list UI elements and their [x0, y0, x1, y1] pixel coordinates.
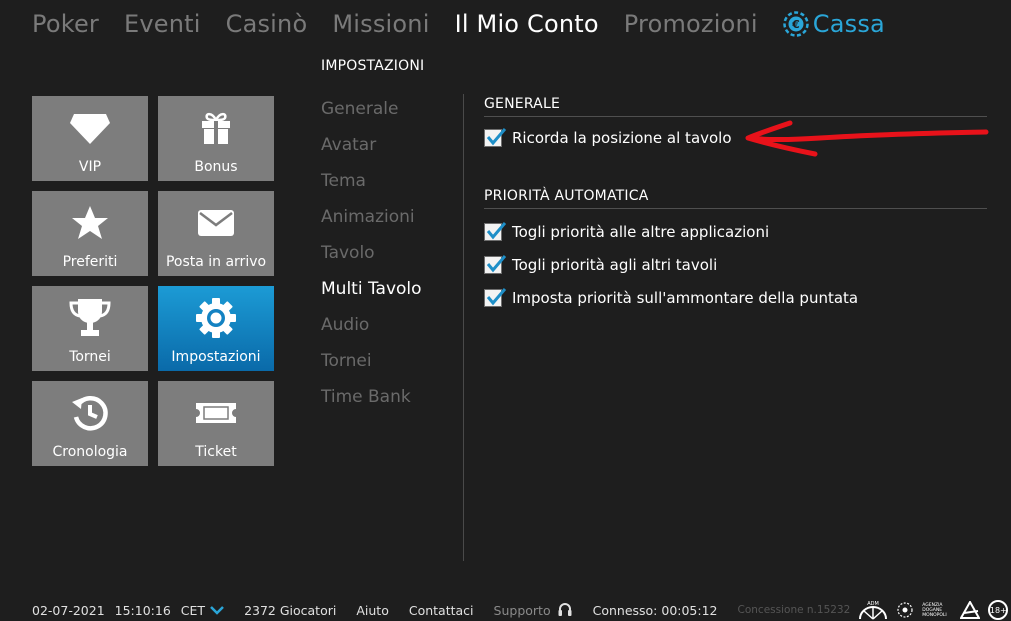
tile-label: VIP — [78, 159, 102, 175]
footer-logos: ADM AGENZIA DOGANE MONOPOLI 18+ i — [858, 600, 1011, 620]
settings-menu-multi-tavolo[interactable]: Multi Tavolo — [321, 276, 451, 312]
chevron-down-icon[interactable] — [210, 605, 224, 615]
section-title: IMPOSTAZIONI — [321, 58, 425, 74]
option-label: Togli priorità agli altri tavoli — [512, 255, 718, 274]
nav-eventi[interactable]: Eventi — [124, 10, 201, 38]
option-label: Ricorda la posizione al tavolo — [512, 129, 732, 147]
top-nav: Poker Eventi Casinò Missioni Il Mio Cont… — [0, 0, 1011, 48]
checkmark-icon — [486, 254, 506, 272]
tile-label: Impostazioni — [171, 349, 261, 365]
adm-wheel-logo: ADM — [859, 601, 888, 620]
triangle-logo — [960, 601, 981, 619]
settings-menu-generale[interactable]: Generale — [321, 96, 451, 132]
agency-logo-text: AGENZIA DOGANE MONOPOLI — [922, 602, 947, 618]
nav-cassa-label: Cassa — [812, 10, 885, 38]
nav-il-mio-conto[interactable]: Il Mio Conto — [455, 10, 599, 38]
checkbox[interactable] — [484, 128, 506, 147]
footer-players: 2372 Giocatori — [244, 602, 337, 618]
footer-time: 15:10:16 — [114, 602, 171, 618]
settings-menu-audio[interactable]: Audio — [321, 312, 451, 348]
group-title-generale: GENERALE — [484, 96, 987, 117]
checkmark-icon — [486, 287, 506, 305]
agency-seal-logo — [897, 602, 913, 618]
ticket-icon — [158, 393, 274, 433]
settings-menu-animazioni[interactable]: Animazioni — [321, 204, 451, 240]
headset-icon[interactable] — [557, 602, 573, 618]
chip-euro-icon: € — [783, 11, 809, 37]
tile-ticket[interactable]: Ticket — [158, 381, 274, 466]
option-togli-priorita-applicazioni[interactable]: Togli priorità alle altre applicazioni — [484, 215, 987, 248]
vertical-divider — [463, 94, 464, 561]
tile-label: Posta in arrivo — [165, 254, 267, 270]
settings-menu-tornei[interactable]: Tornei — [321, 348, 451, 384]
settings-menu-avatar[interactable]: Avatar — [321, 132, 451, 168]
checkbox[interactable] — [484, 221, 506, 241]
option-label: Imposta priorità sull'ammontare della pu… — [512, 288, 859, 307]
tile-vip[interactable]: VIP — [32, 96, 148, 181]
footer-timezone: CET — [180, 602, 206, 618]
tile-tornei[interactable]: Tornei — [32, 286, 148, 371]
age-18-badge: 18+ — [988, 600, 1009, 620]
diamond-icon — [32, 108, 148, 148]
nav-cassa[interactable]: € Cassa — [783, 10, 885, 38]
option-priorita-puntata[interactable]: Imposta priorità sull'ammontare della pu… — [484, 281, 987, 314]
checkbox[interactable] — [484, 287, 506, 307]
history-icon — [32, 393, 148, 433]
footer-date: 02-07-2021 — [32, 602, 105, 618]
gear-icon — [158, 298, 274, 338]
age-badge-text: 18+ — [989, 605, 1007, 615]
tile-label: Tornei — [69, 349, 111, 365]
tile-bonus[interactable]: Bonus — [158, 96, 274, 181]
settings-menu-tema[interactable]: Tema — [321, 168, 451, 204]
checkbox[interactable] — [484, 254, 506, 274]
settings-menu-tavolo[interactable]: Tavolo — [321, 240, 451, 276]
option-togli-priorita-tavoli[interactable]: Togli priorità agli altri tavoli — [484, 248, 987, 281]
footer-support-link[interactable]: Supporto — [494, 603, 551, 618]
footer-connected: Connesso: 00:05:12 — [592, 602, 718, 618]
checkmark-icon — [486, 221, 506, 239]
trophy-icon — [32, 298, 148, 338]
tile-label: Ticket — [195, 444, 237, 460]
option-label: Togli priorità alle altre applicazioni — [512, 222, 770, 241]
tile-posta[interactable]: Posta in arrivo — [158, 191, 274, 276]
tile-label: Bonus — [194, 159, 238, 175]
gift-icon — [158, 108, 274, 148]
tile-cronologia[interactable]: Cronologia — [32, 381, 148, 466]
nav-casino[interactable]: Casinò — [226, 10, 308, 38]
tile-label: Cronologia — [52, 444, 128, 460]
footer-concession: Concessione n.15232 — [737, 604, 851, 616]
nav-poker[interactable]: Poker — [32, 10, 99, 38]
tile-impostazioni[interactable]: Impostazioni — [158, 286, 274, 371]
nav-missioni[interactable]: Missioni — [332, 10, 429, 38]
status-bar: 02-07-2021 15:10:16 CET 2372 Giocatori A… — [32, 598, 1011, 621]
group-title-priorita: PRIORITÀ AUTOMATICA — [484, 188, 987, 209]
settings-menu-time-bank[interactable]: Time Bank — [321, 384, 451, 420]
star-icon — [32, 203, 148, 243]
checkmark-icon — [486, 128, 506, 146]
nav-promozioni[interactable]: Promozioni — [624, 10, 758, 38]
footer-contacts-link[interactable]: Contattaci — [409, 603, 474, 618]
svg-text:€: € — [791, 18, 800, 31]
tile-label: Preferiti — [62, 254, 118, 270]
account-tiles: VIP Bonus Preferiti Posta in arrivo Torn… — [32, 96, 274, 466]
footer-help-link[interactable]: Aiuto — [356, 603, 389, 618]
red-arrow-annotation — [745, 120, 989, 157]
envelope-icon — [158, 203, 274, 243]
settings-menu: Generale Avatar Tema Animazioni Tavolo M… — [321, 96, 451, 420]
tile-preferiti[interactable]: Preferiti — [32, 191, 148, 276]
